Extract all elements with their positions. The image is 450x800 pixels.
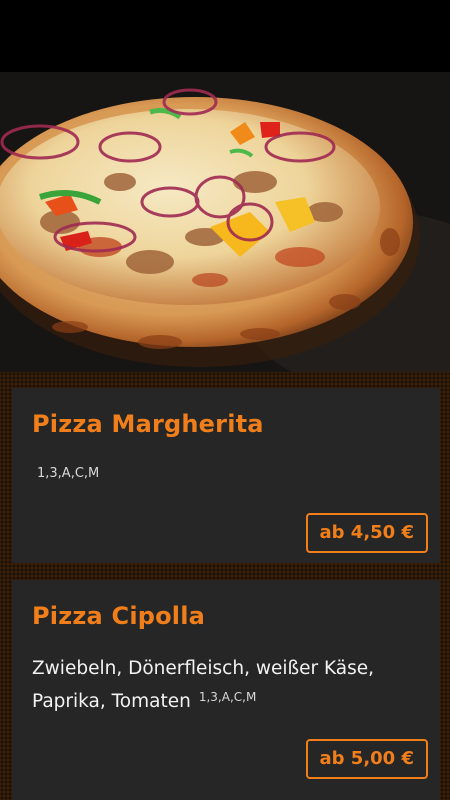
menu-item-name: Pizza Margherita bbox=[32, 410, 264, 438]
price-button[interactable]: ab 5,00 € bbox=[305, 739, 428, 779]
price-button[interactable]: ab 4,50 € bbox=[305, 513, 428, 553]
menu-item-allergens: 1,3,A,C,M bbox=[198, 690, 257, 704]
menu-item-card[interactable]: Pizza Margherita 1,3,A,C,M ab 4,50 € bbox=[12, 388, 440, 563]
pizza-illustration bbox=[0, 72, 450, 372]
menu-item-name: Pizza Cipolla bbox=[32, 602, 206, 630]
status-bar bbox=[0, 0, 450, 72]
menu-item-description: Zwiebeln, Dönerfleisch, weißer Käse, Pap… bbox=[32, 652, 422, 718]
hero-pizza-image bbox=[0, 72, 450, 372]
menu-item-allergens: 1,3,A,C,M bbox=[37, 466, 100, 481]
menu-list: Pizza Margherita 1,3,A,C,M ab 4,50 € Piz… bbox=[0, 372, 450, 800]
menu-item-card[interactable]: Pizza Cipolla Zwiebeln, Dönerfleisch, we… bbox=[12, 580, 440, 800]
